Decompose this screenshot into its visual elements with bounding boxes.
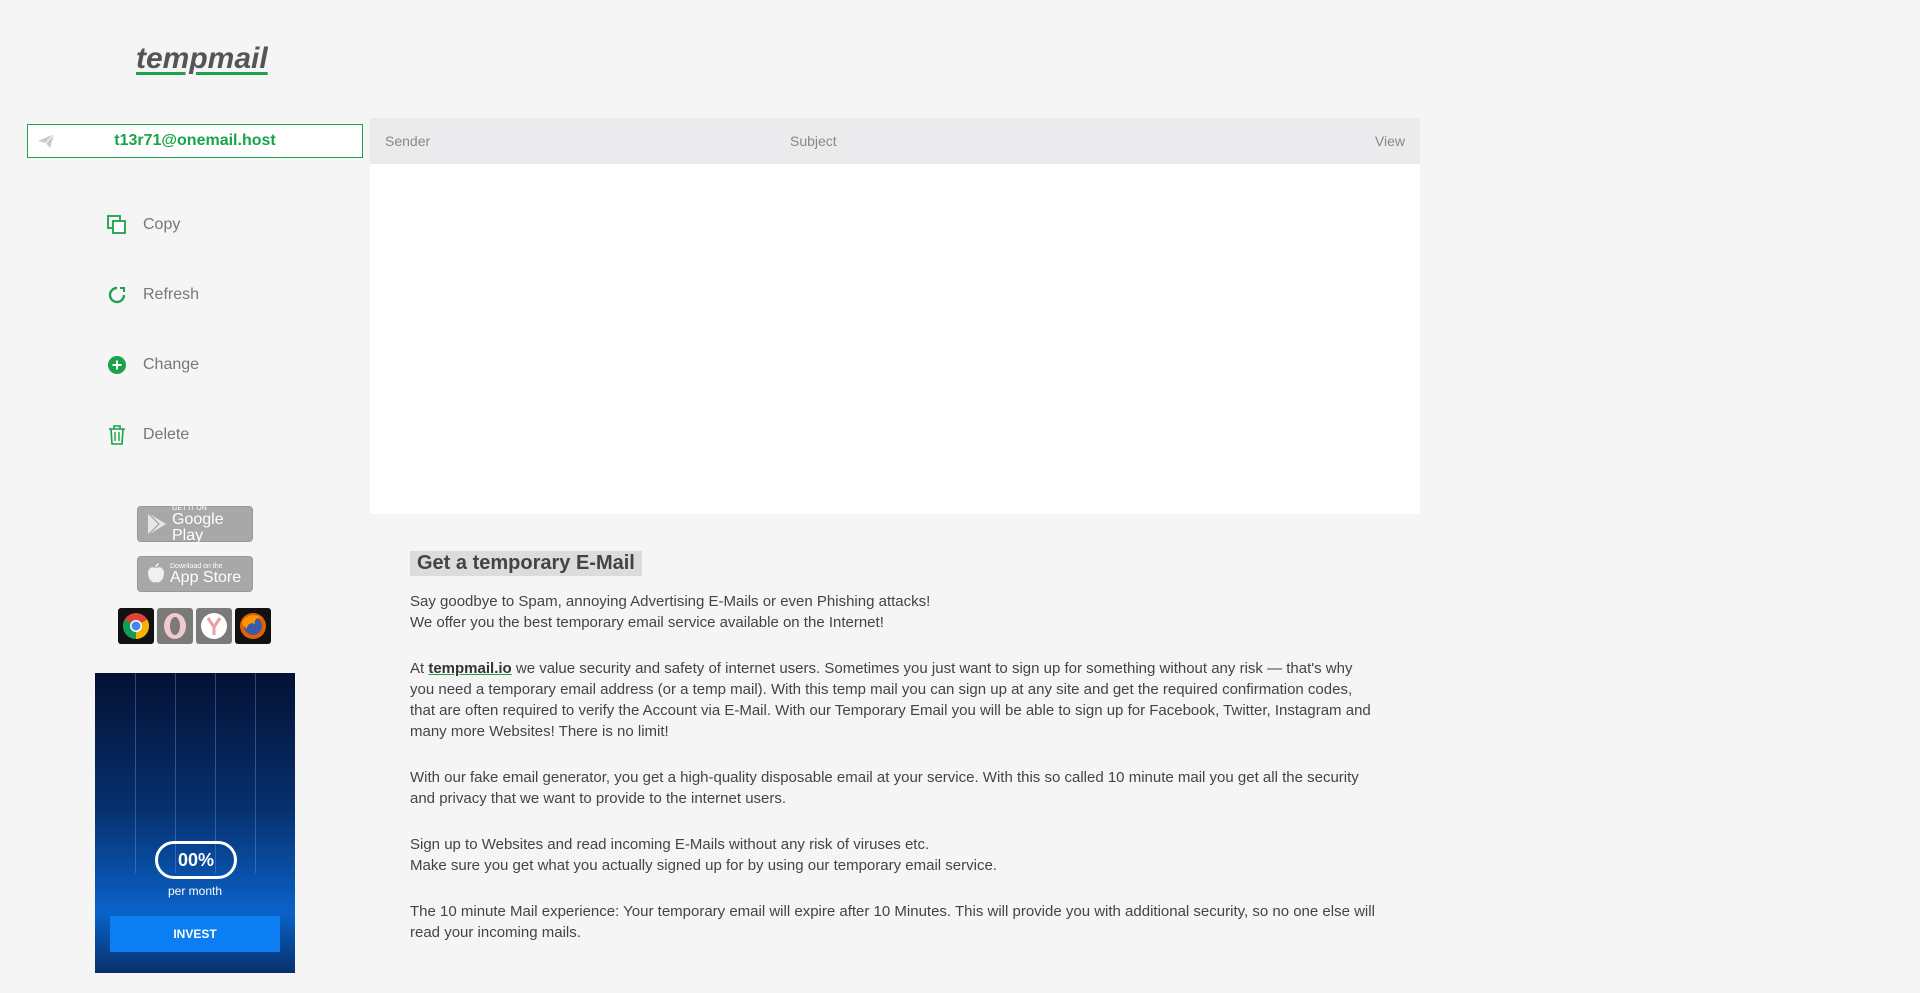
plus-circle-icon [106,354,128,376]
security-text: we value security and safety of internet… [410,660,1371,740]
chrome-extension-button[interactable] [118,608,154,644]
paragraph-intro: Say goodbye to Spam, annoying Advertisin… [410,591,1380,633]
advertisement-banner[interactable]: 00% per month INVEST [95,673,295,973]
article-heading: Get a temporary E-Mail [410,551,642,576]
intro-line-2: We offer you the best temporary email se… [410,614,884,631]
security-prefix: At [410,660,429,677]
chrome-icon [122,612,150,640]
signup-line-2: Make sure you get what you actually sign… [410,857,997,874]
apple-icon [146,563,166,585]
email-address[interactable]: t13r71@onemail.host [64,132,362,150]
paragraph-signup: Sign up to Websites and read incoming E-… [410,834,1380,876]
firefox-icon [239,612,267,640]
column-view: View [1374,133,1405,149]
refresh-label: Refresh [143,286,200,303]
inbox-header: Sender Subject View [370,118,1420,164]
refresh-icon [106,284,128,306]
opera-extension-button[interactable] [157,608,193,644]
email-address-field[interactable]: t13r71@onemail.host [27,124,363,158]
inbox-table: Sender Subject View [370,118,1420,514]
send-icon [28,133,64,149]
app-store-big: App Store [170,568,242,586]
email-actions: Copy Refresh Change Delete [106,190,199,470]
column-subject: Subject [790,133,837,149]
google-play-icon [146,512,168,536]
yandex-icon [200,612,228,640]
tempmail-link[interactable]: tempmail.io [428,660,511,677]
google-play-badge[interactable]: GET IT ON Google Play [137,505,253,544]
trash-icon [106,424,128,446]
google-play-big: Google Play [172,510,224,544]
browser-extensions [118,608,271,644]
app-store-badge[interactable]: Download on the App Store [137,556,253,592]
paragraph-security: At tempmail.io we value security and saf… [410,658,1380,742]
article: Get a temporary E-Mail Say goodbye to Sp… [410,551,1380,968]
yandex-extension-button[interactable] [196,608,232,644]
copy-label: Copy [143,216,181,233]
intro-line-1: Say goodbye to Spam, annoying Advertisin… [410,593,931,610]
copy-icon [106,214,128,236]
delete-button[interactable]: Delete [106,400,199,470]
paragraph-expiry: The 10 minute Mail experience: Your temp… [410,903,1375,941]
change-button[interactable]: Change [106,330,199,400]
ad-rate: 00% [155,841,237,879]
opera-icon [161,612,189,640]
column-sender: Sender [385,133,431,149]
refresh-button[interactable]: Refresh [106,260,199,330]
ad-period: per month [167,884,223,898]
signup-line-1: Sign up to Websites and read incoming E-… [410,836,930,853]
paragraph-generator: With our fake email generator, you get a… [410,769,1359,807]
copy-button[interactable]: Copy [106,190,199,260]
change-label: Change [143,356,200,373]
logo[interactable]: tempmail [136,42,268,76]
firefox-extension-button[interactable] [235,608,271,644]
delete-label: Delete [143,426,190,443]
invest-button[interactable]: INVEST [110,916,280,952]
